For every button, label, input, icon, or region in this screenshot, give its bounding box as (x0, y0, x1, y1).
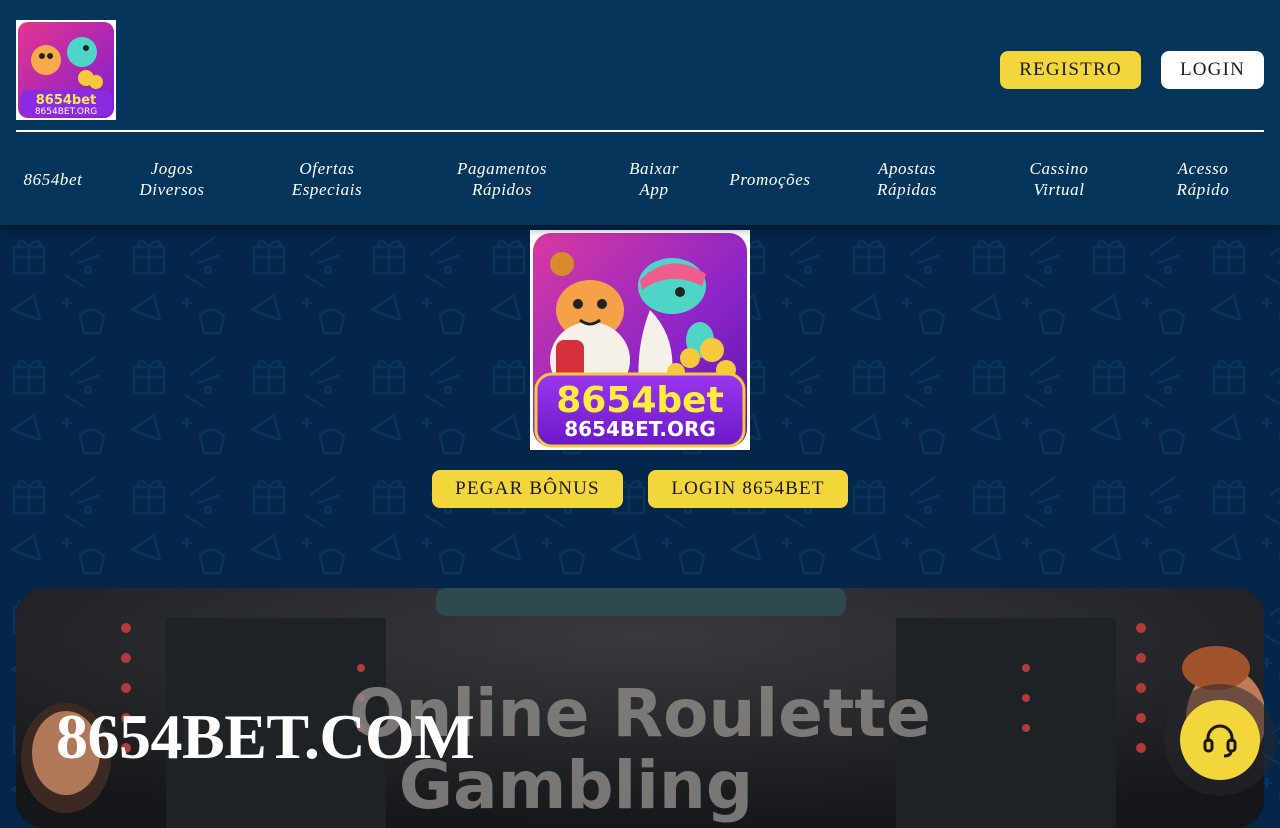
nav-item-baixar-app[interactable]: Baixar App (604, 134, 704, 224)
hero-logo: 8654bet 8654BET.ORG (530, 230, 750, 450)
nav-item-pagamentos-rapidos[interactable]: Pagamentos Rápidos (432, 134, 572, 224)
header-divider (16, 130, 1264, 132)
support-chat-button[interactable] (1180, 700, 1260, 780)
site-header: 8654bet 8654BET.ORG REGISTRO LOGIN 8654b… (0, 0, 1280, 225)
logo-text: 8654bet (36, 93, 97, 108)
headset-icon (1203, 724, 1237, 758)
login-button[interactable]: LOGIN (1161, 51, 1264, 89)
main-nav: 8654bet Jogos Diversos Ofertas Especiais… (0, 134, 1280, 224)
nav-item-apostas-rapidas[interactable]: Apostas Rápidas (852, 134, 962, 224)
register-button[interactable]: REGISTRO (1000, 51, 1141, 89)
login-8654bet-button[interactable]: LOGIN 8654BET (648, 470, 848, 508)
nav-item-cassino-virtual[interactable]: Cassino Virtual (1000, 134, 1118, 224)
nav-item-8654bet[interactable]: 8654bet (8, 134, 98, 224)
nav-item-jogos-diversos[interactable]: Jogos Diversos (112, 134, 232, 224)
nav-item-acesso-rapido[interactable]: Acesso Rápido (1148, 134, 1258, 224)
nav-item-ofertas-especiais[interactable]: Ofertas Especiais (262, 134, 392, 224)
logo-subtext: 8654BET.ORG (35, 107, 97, 117)
site-logo[interactable]: 8654bet 8654BET.ORG (16, 20, 116, 120)
banner-title: 8654BET.COM (56, 701, 475, 772)
nav-item-promocoes[interactable]: Promoções (710, 134, 830, 224)
get-bonus-button[interactable]: PEGAR BÔNUS (432, 470, 623, 508)
hero-logo-subtext: 8654BET.ORG (564, 417, 716, 441)
hero-logo-text: 8654bet (556, 380, 724, 421)
